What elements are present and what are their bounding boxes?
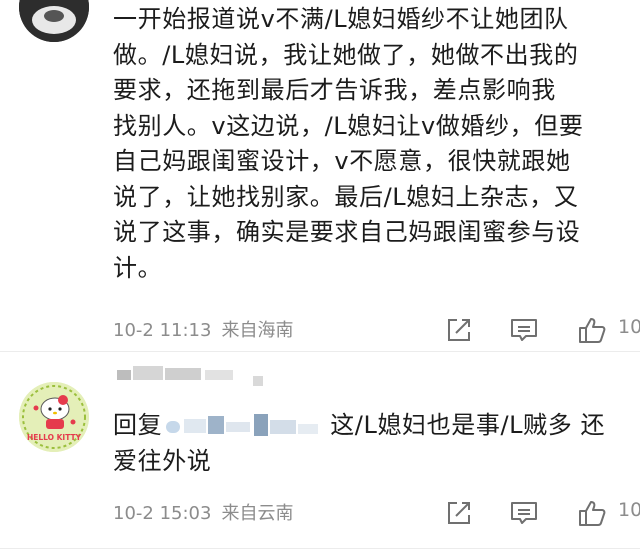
thumbs-up-icon (579, 501, 606, 526)
comment-button[interactable] (510, 310, 538, 350)
comment-icon (511, 502, 537, 524)
comment-location: 来自云南 (221, 503, 294, 524)
like-count: 10 (618, 316, 640, 338)
hello-kitty-avatar-icon: HELLO KITTY (19, 382, 89, 452)
comment-item-2: HELLO KITTY 回复 这/L媳妇也是事/L贼多 还 爱往外说 10-2 … (0, 352, 640, 552)
comment-button[interactable] (510, 493, 538, 533)
comment-date: 10-2 15:03 (113, 503, 212, 524)
comment-actions: 10 (410, 310, 640, 350)
svg-text:HELLO KITTY: HELLO KITTY (27, 433, 82, 442)
like-count: 10 (618, 499, 640, 521)
blurred-username-icon (117, 366, 263, 386)
comment-location: 来自海南 (221, 320, 294, 341)
user-avatar[interactable] (19, 0, 89, 42)
comment-text: 回复 这/L媳妇也是事/L贼多 还 爱往外说 (113, 408, 613, 479)
share-button[interactable] (446, 493, 472, 533)
comment-actions: 10 (410, 493, 640, 533)
comment-icon (511, 319, 537, 341)
like-button[interactable] (578, 493, 606, 533)
thumbs-up-icon (579, 318, 606, 343)
comment-meta: 10-2 15:03 来自云南 (113, 499, 293, 525)
user-avatar[interactable]: HELLO KITTY (19, 382, 89, 452)
blurred-username[interactable] (113, 364, 273, 390)
share-icon (448, 502, 470, 524)
comment-text: 一开始报道说v不满/L媳妇婚纱不让她团队 做。/L媳妇说，我让她做了，她做不出我… (113, 5, 584, 282)
comment-date: 10-2 11:13 (113, 320, 212, 341)
share-button[interactable] (446, 310, 472, 350)
blurred-mention[interactable] (162, 412, 330, 440)
share-icon (448, 319, 470, 341)
blurred-mention-icon (166, 414, 319, 436)
comment-meta: 10-2 11:13 来自海南 (113, 316, 293, 342)
divider (0, 548, 640, 549)
reply-prefix: 回复 (113, 411, 163, 439)
dog-avatar-icon (19, 0, 89, 42)
comment-item-1: 一开始报道说v不满/L媳妇婚纱不让她团队 做。/L媳妇说，我让她做了，她做不出我… (0, 0, 640, 351)
like-button[interactable] (578, 310, 606, 350)
